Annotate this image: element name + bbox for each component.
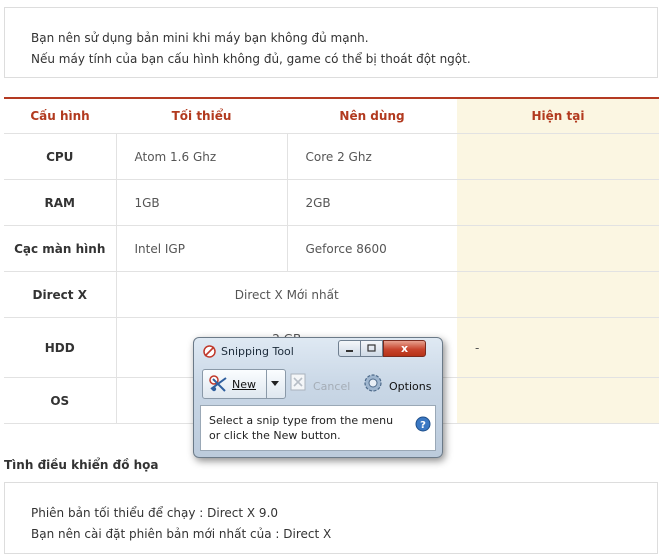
new-label: New (232, 378, 256, 391)
options-button[interactable]: Options (389, 380, 431, 393)
new-snip-button[interactable]: New (202, 369, 286, 399)
header-recommended: Nên dùng (287, 97, 457, 134)
title-bar[interactable]: Snipping Tool x (194, 338, 442, 362)
row-label: CPU (4, 133, 117, 180)
options-gear-icon (364, 374, 382, 392)
cell-min: 1GB (116, 179, 288, 226)
help-icon[interactable]: ? (415, 416, 431, 432)
minimize-icon (346, 350, 353, 352)
dropdown-arrow-icon[interactable] (271, 381, 279, 386)
driver-section-title: Tình điều khiển đồ họa (4, 458, 159, 472)
table-row: CPU Atom 1.6 Ghz Core 2 Ghz (4, 133, 659, 180)
cancel-icon (290, 373, 306, 391)
window-title: Snipping Tool (221, 345, 294, 358)
instruction-text: Select a snip type from the menu or clic… (209, 414, 394, 442)
cell-rec: Geforce 8600 (287, 225, 457, 272)
minimize-button[interactable] (338, 340, 361, 357)
split-divider (266, 370, 267, 398)
maximize-button[interactable] (360, 340, 383, 357)
table-row: RAM 1GB 2GB (4, 179, 659, 226)
close-icon: x (400, 342, 409, 355)
row-label: Direct X (4, 271, 117, 318)
driver-line-1: Phiên bản tối thiểu để chạy : Direct X 9… (31, 506, 279, 520)
row-label: RAM (4, 179, 117, 226)
row-label: OS (4, 377, 117, 424)
toolbar: New Cancel Options (200, 367, 436, 400)
cancel-button[interactable]: Cancel (313, 380, 350, 393)
message-panel: Select a snip type from the menu or clic… (200, 405, 436, 451)
cell-current (457, 225, 659, 272)
header-config: Cấu hình (4, 97, 116, 134)
driver-box: Phiên bản tối thiểu để chạy : Direct X 9… (4, 482, 658, 554)
table-header-row: Cấu hình Tối thiểu Nên dùng Hiện tại (4, 97, 659, 134)
snipping-tool-app-icon (203, 345, 216, 358)
cell-current: - (457, 317, 659, 378)
table-row: Cạc màn hình Intel IGP Geforce 8600 (4, 225, 659, 272)
cell-current (457, 179, 659, 226)
row-label: HDD (4, 317, 117, 378)
cell-rec: 2GB (287, 179, 457, 226)
cell-rec: Core 2 Ghz (287, 133, 457, 180)
table-row: Direct X Direct X Mới nhất (4, 271, 659, 318)
row-label: Cạc màn hình (4, 225, 117, 272)
scissors-icon (209, 375, 227, 392)
cell-current (457, 133, 659, 180)
notice-line-2: Nếu máy tính của bạn cấu hình không đủ, … (31, 52, 471, 66)
close-button[interactable]: x (383, 340, 426, 357)
driver-line-2: Bạn nên cài đặt phiên bản mới nhất của :… (31, 527, 332, 541)
maximize-icon (367, 344, 376, 352)
header-minimum: Tối thiểu (116, 97, 287, 134)
cell-min: Intel IGP (116, 225, 288, 272)
snipping-tool-window[interactable]: Snipping Tool x New Cancel Options Selec… (193, 337, 443, 458)
cell-current (457, 271, 659, 318)
svg-text:?: ? (420, 420, 426, 431)
cell-min: Atom 1.6 Ghz (116, 133, 288, 180)
cell-current (457, 377, 659, 424)
notice-box: Bạn nên sử dụng bản mini khi máy bạn khô… (4, 7, 658, 78)
cell-merged: Direct X Mới nhất (116, 271, 457, 318)
notice-line-1: Bạn nên sử dụng bản mini khi máy bạn khô… (31, 31, 369, 45)
header-current: Hiện tại (457, 97, 659, 134)
